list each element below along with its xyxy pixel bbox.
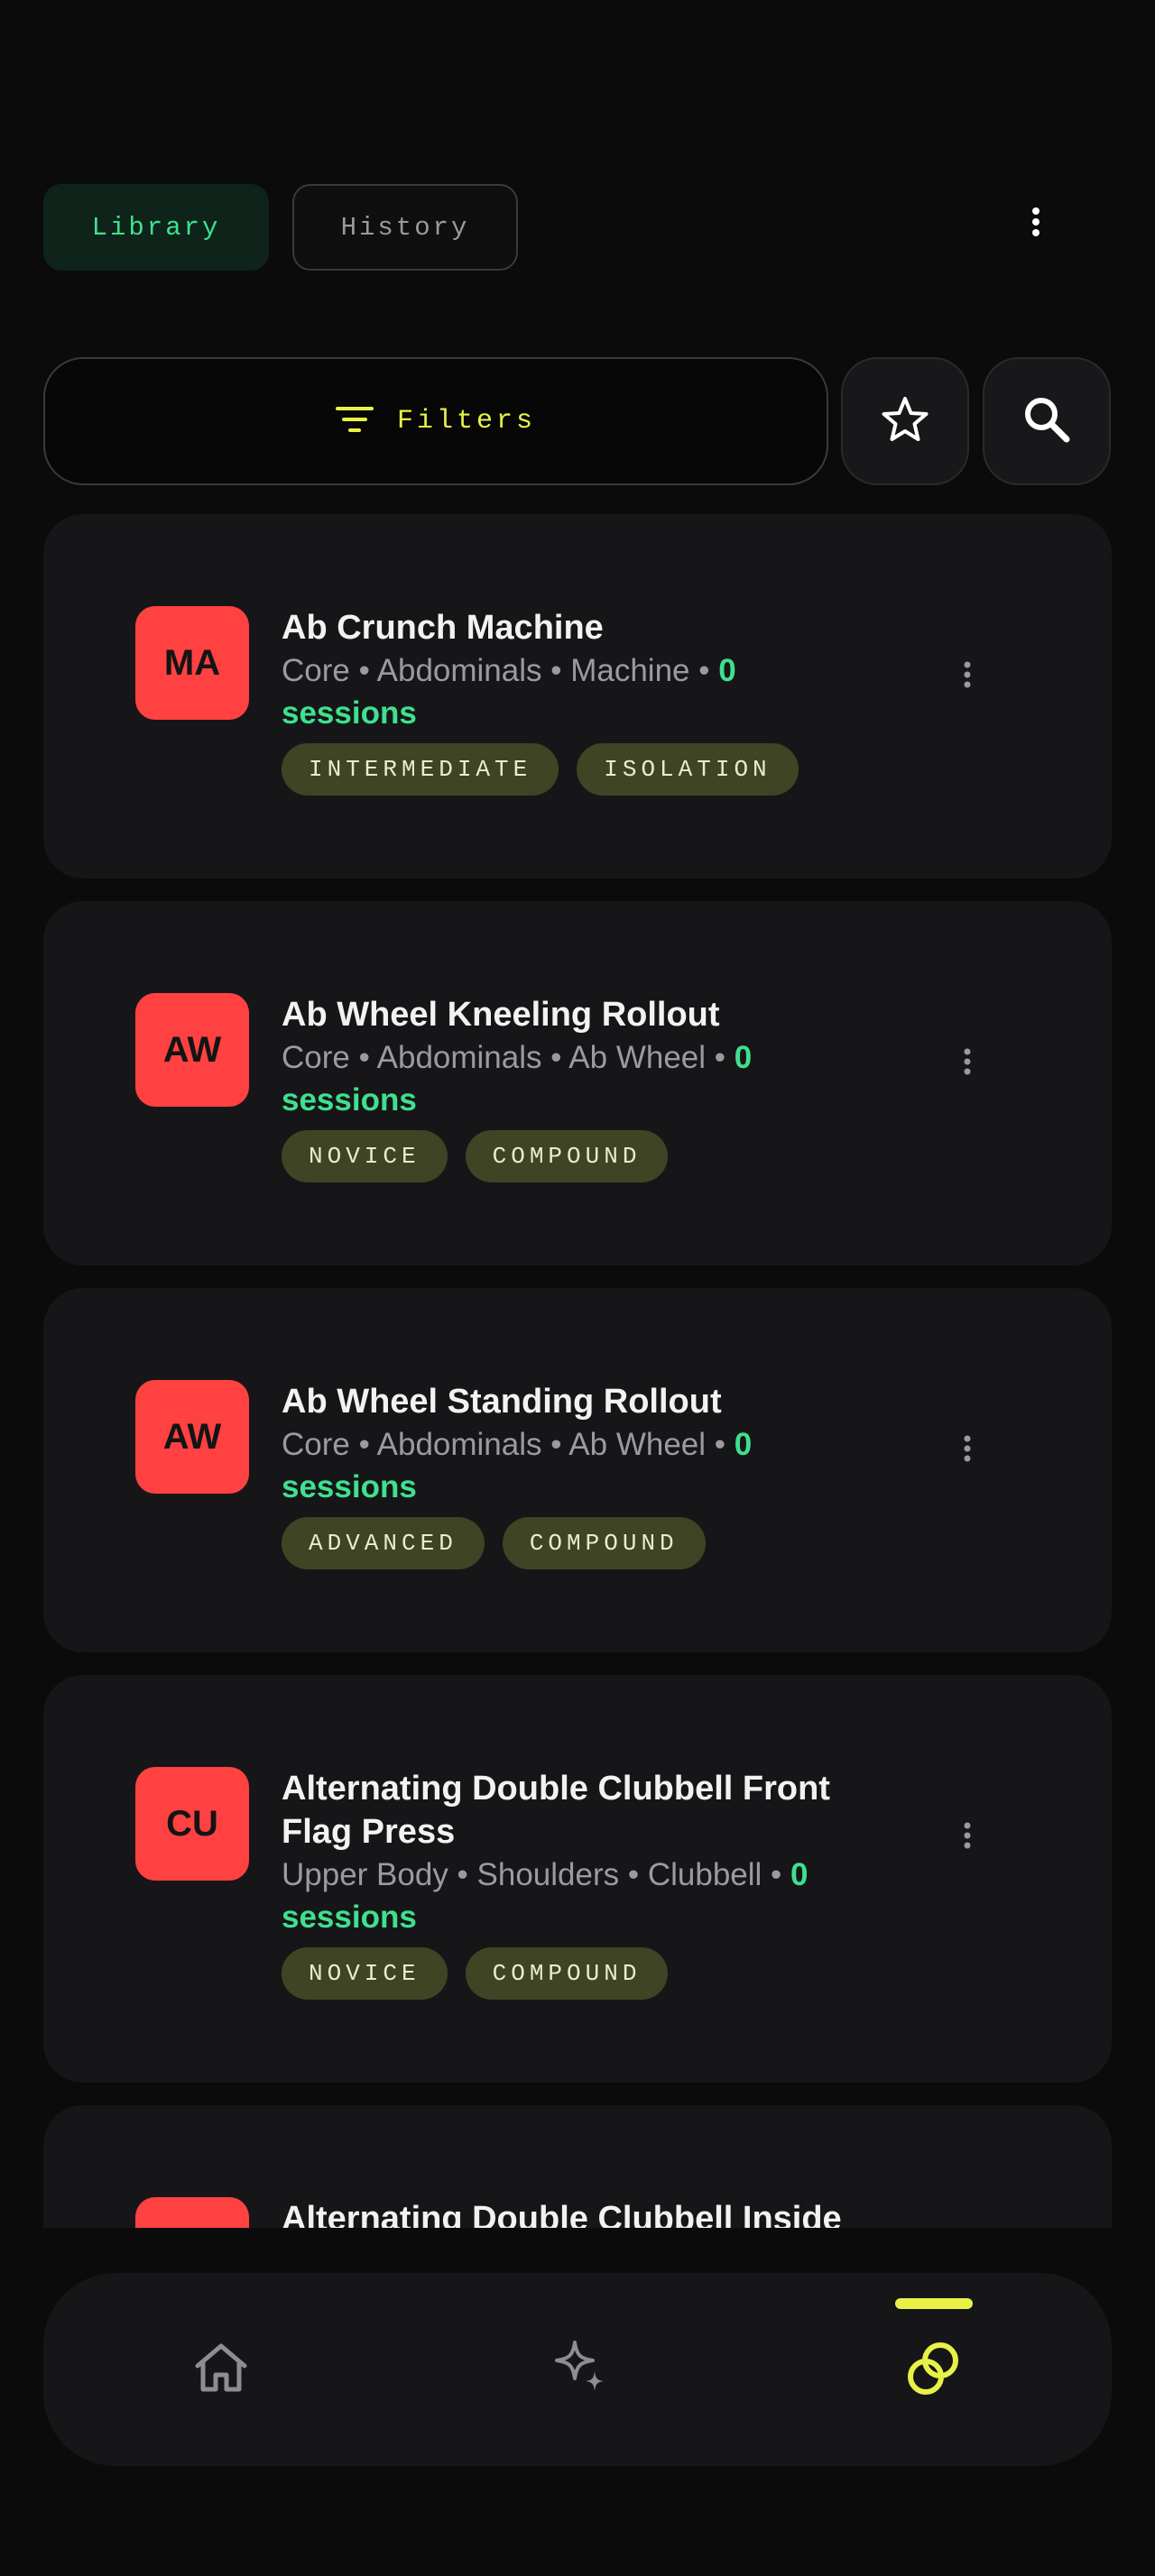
exercise-list[interactable]: MA Ab Crunch Machine Core • Abdominals •… <box>43 514 1112 2228</box>
filter-lines-icon <box>335 405 374 438</box>
more-vert-icon[interactable] <box>946 1814 989 1857</box>
exercise-card[interactable]: AW Ab Wheel Standing Rollout Core • Abdo… <box>43 1288 1112 1652</box>
tab-history[interactable]: History <box>292 184 518 271</box>
search-icon <box>1022 395 1071 448</box>
search-button[interactable] <box>983 357 1111 485</box>
tag-chip: NOVICE <box>282 1947 448 2000</box>
tag-list: NOVICE COMPOUND <box>282 1947 877 2000</box>
tag-chip: ISOLATION <box>577 743 799 796</box>
more-vert-icon[interactable] <box>946 653 989 696</box>
tab-library[interactable]: Library <box>43 184 269 271</box>
more-vert-icon[interactable] <box>946 1040 989 1083</box>
sparkles-icon <box>551 2339 609 2401</box>
exercise-name: Alternating Double Clubbell Inside <box>282 2200 842 2228</box>
favorites-button[interactable] <box>841 357 969 485</box>
filters-label: Filters <box>396 406 537 437</box>
exercise-card[interactable]: AW Ab Wheel Kneeling Rollout Core • Abdo… <box>43 901 1112 1265</box>
exercise-card[interactable]: MA Ab Crunch Machine Core • Abdominals •… <box>43 514 1112 879</box>
tag-chip: COMPOUND <box>465 1947 669 2000</box>
exercise-card[interactable]: CU Alternating Double Clubbell Front Fla… <box>43 1675 1112 2083</box>
exercise-meta: Upper Body • Shoulders • Clubbell • 0 se… <box>282 1857 808 1935</box>
star-outline-icon <box>880 395 930 448</box>
exercise-meta: Core • Abdominals • Ab Wheel • 0 session… <box>282 1040 753 1118</box>
nav-home[interactable] <box>171 2320 271 2419</box>
home-icon <box>192 2341 250 2399</box>
nav-library[interactable] <box>884 2320 984 2419</box>
nav-ai[interactable] <box>531 2320 630 2419</box>
exercise-name: Ab Wheel Standing Rollout <box>282 1383 722 1421</box>
exercise-name: Ab Crunch Machine <box>282 609 604 647</box>
exercise-avatar: MA <box>135 606 249 720</box>
linked-rings-icon <box>904 2338 964 2402</box>
active-tab-indicator <box>895 2298 973 2309</box>
filters-button[interactable]: Filters <box>43 357 828 485</box>
tag-list: INTERMEDIATE ISOLATION <box>282 743 877 796</box>
more-vert-icon[interactable] <box>1014 200 1058 244</box>
tag-chip: NOVICE <box>282 1130 448 1182</box>
tag-chip: INTERMEDIATE <box>282 743 559 796</box>
exercise-name: Ab Wheel Kneeling Rollout <box>282 996 720 1034</box>
tag-chip: COMPOUND <box>465 1130 669 1182</box>
more-vert-icon[interactable] <box>946 1427 989 1470</box>
bottom-navigation <box>43 2273 1112 2466</box>
tag-chip: COMPOUND <box>502 1517 706 1569</box>
exercise-name: Alternating Double Clubbell Front Flag P… <box>282 1770 830 1851</box>
exercise-avatar: CU <box>135 1767 249 1881</box>
tag-list: ADVANCED COMPOUND <box>282 1517 877 1569</box>
exercise-avatar <box>135 2197 249 2228</box>
view-tabs: Library History <box>43 184 518 271</box>
exercise-avatar: AW <box>135 1380 249 1494</box>
exercise-meta: Core • Abdominals • Ab Wheel • 0 session… <box>282 1427 753 1504</box>
tag-chip: ADVANCED <box>282 1517 485 1569</box>
tag-list: NOVICE COMPOUND <box>282 1130 877 1182</box>
exercise-avatar: AW <box>135 993 249 1107</box>
exercise-meta: Core • Abdominals • Machine • 0 sessions <box>282 653 736 731</box>
exercise-card[interactable]: Alternating Double Clubbell Inside <box>43 2105 1112 2228</box>
